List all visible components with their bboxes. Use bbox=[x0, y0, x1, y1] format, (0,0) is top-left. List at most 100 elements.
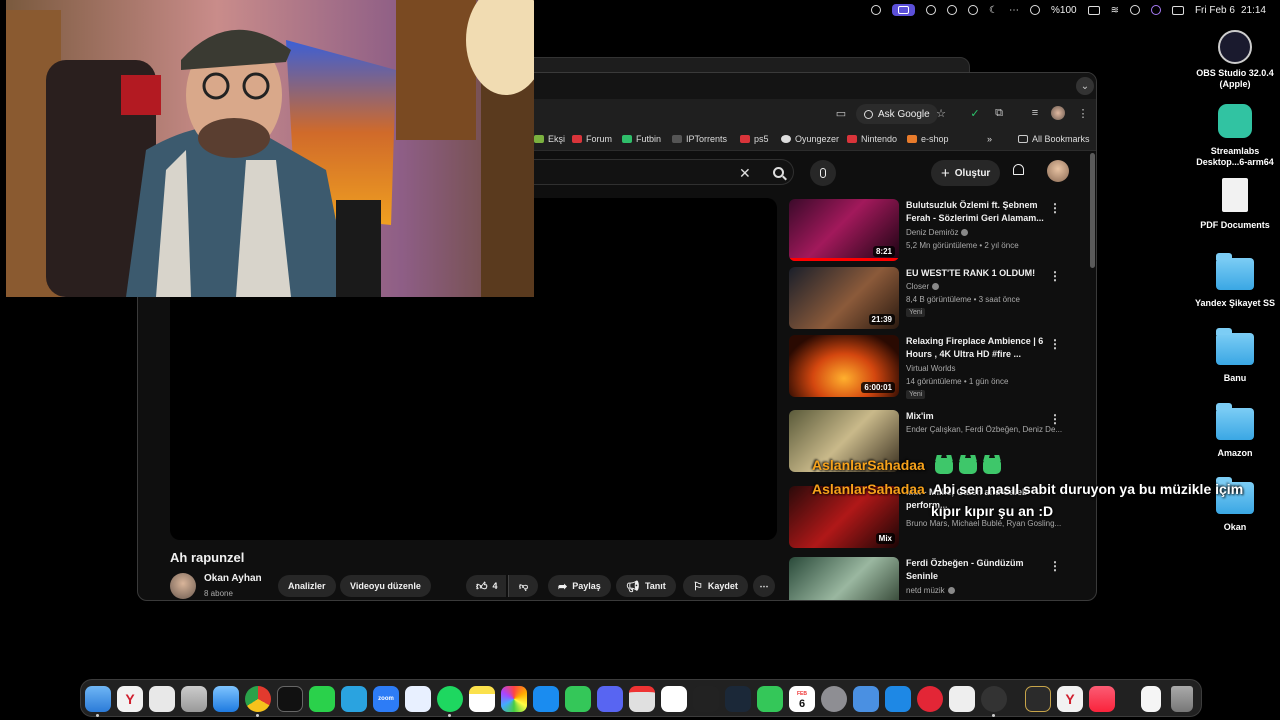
bookmark-iptorrents[interactable]: IPTorrents bbox=[672, 134, 727, 144]
desktop-item-banu[interactable]: Banu bbox=[1190, 327, 1280, 384]
channel-name[interactable]: Okan Ayhan bbox=[204, 573, 262, 584]
search-input[interactable] bbox=[534, 159, 794, 185]
chatgpt-icon[interactable] bbox=[277, 686, 303, 712]
obs-dock-icon[interactable] bbox=[981, 686, 1007, 712]
voice-search-button[interactable] bbox=[810, 160, 836, 186]
like-button[interactable]: 👍︎ 4 bbox=[466, 575, 506, 597]
more-options-icon[interactable]: ⋮ bbox=[1049, 412, 1061, 426]
video-title[interactable]: Relaxing Fireplace Ambience | 6 Hours , … bbox=[906, 335, 1046, 361]
video-thumbnail[interactable]: 8:21 bbox=[789, 199, 899, 261]
video-title[interactable]: EU WEST'TE RANK 1 OLDUM! bbox=[906, 267, 1046, 280]
more-options-icon[interactable]: ⋮ bbox=[1049, 337, 1061, 351]
extension-grammarly-icon[interactable]: ✓ bbox=[968, 106, 982, 120]
desktop-item-yandex[interactable]: Yandex Şikayet SS bbox=[1190, 252, 1280, 309]
more-options-icon[interactable]: ⋮ bbox=[1049, 559, 1061, 573]
opera-gx-icon[interactable] bbox=[917, 686, 943, 712]
moon-icon[interactable]: ☾ bbox=[989, 5, 998, 16]
reading-list-icon[interactable]: ≡ bbox=[1028, 106, 1042, 120]
notes-app-icon[interactable] bbox=[149, 686, 175, 712]
nordvpn-icon[interactable] bbox=[405, 686, 431, 712]
steam-icon[interactable] bbox=[725, 686, 751, 712]
bookmark-oyungezer[interactable]: Oyungezer bbox=[781, 134, 839, 144]
recommendation-item[interactable]: Ferdi Özbeğen - Gündüzüm Seninle netd mü… bbox=[789, 557, 1089, 600]
bookmark-star-icon[interactable]: ☆ bbox=[934, 106, 948, 120]
facetime-icon[interactable] bbox=[757, 686, 783, 712]
extensions-icon[interactable]: ⧉ bbox=[992, 106, 1006, 120]
desktop-item-obs[interactable]: OBS Studio 32.0.4 (Apple) bbox=[1190, 30, 1280, 90]
desktop-item-streamlabs[interactable]: Streamlabs Desktop...6-arm64 bbox=[1190, 104, 1280, 168]
search-button[interactable] bbox=[762, 160, 794, 184]
more-options-icon[interactable]: ⋮ bbox=[1049, 201, 1061, 215]
whatsapp-icon[interactable] bbox=[309, 686, 335, 712]
messages-icon[interactable] bbox=[565, 686, 591, 712]
channel-avatar[interactable] bbox=[170, 573, 196, 599]
spotlight-icon[interactable] bbox=[1129, 5, 1140, 15]
trash-icon[interactable] bbox=[1171, 686, 1193, 712]
edit-video-button[interactable]: Videoyu düzenle bbox=[340, 575, 431, 597]
menu-time[interactable]: 21:14 bbox=[1241, 5, 1266, 16]
yandex-icon[interactable]: Y bbox=[1057, 686, 1083, 712]
photos-icon[interactable] bbox=[501, 686, 527, 712]
menu-date[interactable]: Fri Feb 6 bbox=[1195, 5, 1235, 16]
league-icon[interactable] bbox=[1025, 686, 1051, 712]
browser-menu-icon[interactable]: ⋮ bbox=[1076, 106, 1090, 120]
desktop-item-amazon[interactable]: Amazon bbox=[1190, 402, 1280, 459]
cast-icon[interactable]: ▭ bbox=[834, 106, 848, 120]
profile-avatar[interactable] bbox=[1051, 106, 1065, 120]
battery-percent[interactable]: %100 bbox=[1051, 5, 1077, 16]
clock-icon[interactable] bbox=[947, 5, 958, 15]
preview-icon[interactable] bbox=[853, 686, 879, 712]
vpn-icon[interactable] bbox=[1029, 5, 1040, 15]
capcut-icon[interactable] bbox=[949, 686, 975, 712]
finder-icon[interactable] bbox=[85, 686, 111, 712]
recommendation-item[interactable]: 6:00:01 Relaxing Fireplace Ambience | 6 … bbox=[789, 335, 1089, 399]
more-options-icon[interactable]: ⋮ bbox=[1049, 269, 1061, 283]
video-channel[interactable]: Bruno Mars, Michael Bublé, Ryan Gosling.… bbox=[906, 519, 1061, 528]
bookmark-eshop[interactable]: e-shop bbox=[907, 134, 949, 144]
account-avatar[interactable] bbox=[1047, 160, 1069, 182]
siri-icon[interactable] bbox=[1150, 5, 1161, 15]
logi-icon[interactable] bbox=[693, 686, 719, 712]
video-title[interactable]: Mix'im bbox=[906, 410, 1046, 423]
video-channel[interactable]: Closer bbox=[906, 282, 940, 291]
all-bookmarks-button[interactable]: All Bookmarks bbox=[1018, 134, 1090, 144]
bookmark-ps5[interactable]: ps5 bbox=[740, 134, 769, 144]
video-title[interactable]: Ferdi Özbeğen - Gündüzüm Seninle bbox=[906, 557, 1046, 583]
video-thumbnail[interactable]: 6:00:01 bbox=[789, 335, 899, 397]
notifications-button[interactable] bbox=[1011, 164, 1025, 180]
safari-icon[interactable] bbox=[213, 686, 239, 712]
dislike-button[interactable]: 👎︎ bbox=[508, 575, 539, 597]
share-button[interactable]: ➦ Paylaş bbox=[548, 575, 611, 597]
screen-record-icon[interactable] bbox=[892, 4, 916, 16]
video-thumbnail[interactable]: 21:39 bbox=[789, 267, 899, 329]
fantastical-icon[interactable] bbox=[629, 686, 655, 712]
recommendation-item[interactable]: 8:21 Bulutsuzluk Özlemi ft. Şebnem Ferah… bbox=[789, 199, 1089, 263]
video-channel[interactable]: Virtual Worlds bbox=[906, 364, 956, 373]
tab-search-button[interactable]: ⌄ bbox=[1076, 77, 1094, 95]
more-bookmarks-button[interactable]: » bbox=[987, 134, 992, 144]
spotify-icon[interactable] bbox=[437, 686, 463, 712]
zoom-icon[interactable]: zoom bbox=[373, 686, 399, 712]
clear-search-icon[interactable]: ✕ bbox=[739, 165, 751, 182]
notes-icon[interactable] bbox=[469, 686, 495, 712]
video-channel[interactable]: Ender Çalışkan, Ferdi Özbeğen, Deniz De.… bbox=[906, 425, 1062, 434]
bookmark-futbin[interactable]: Futbin bbox=[622, 134, 661, 144]
video-thumbnail[interactable] bbox=[789, 557, 899, 600]
yandex-browser-icon[interactable]: Y bbox=[117, 686, 143, 712]
telegram-icon[interactable] bbox=[341, 686, 367, 712]
desktop-item-pdf[interactable]: PDF Documents bbox=[1190, 178, 1280, 231]
video-channel[interactable]: Deniz Demiröz bbox=[906, 228, 969, 237]
calendar-icon[interactable]: FEB 6 bbox=[789, 686, 815, 712]
discord-icon[interactable] bbox=[597, 686, 623, 712]
maps-icon[interactable] bbox=[661, 686, 687, 712]
create-button[interactable]: + Oluştur bbox=[931, 160, 1001, 186]
analytics-button[interactable]: Analizler bbox=[278, 575, 336, 597]
promote-button[interactable]: 📢︎ Tanıt bbox=[616, 575, 676, 597]
obs-status-icon[interactable] bbox=[871, 5, 882, 15]
control-center-icon[interactable] bbox=[1171, 5, 1184, 15]
ask-google-button[interactable]: Ask Google bbox=[856, 104, 938, 124]
music-icon[interactable] bbox=[1089, 686, 1115, 712]
recommendation-item[interactable]: 21:39 EU WEST'TE RANK 1 OLDUM! Closer 8,… bbox=[789, 267, 1089, 331]
launchpad-icon[interactable] bbox=[181, 686, 207, 712]
bookmark-nintendo[interactable]: Nintendo bbox=[847, 134, 897, 144]
